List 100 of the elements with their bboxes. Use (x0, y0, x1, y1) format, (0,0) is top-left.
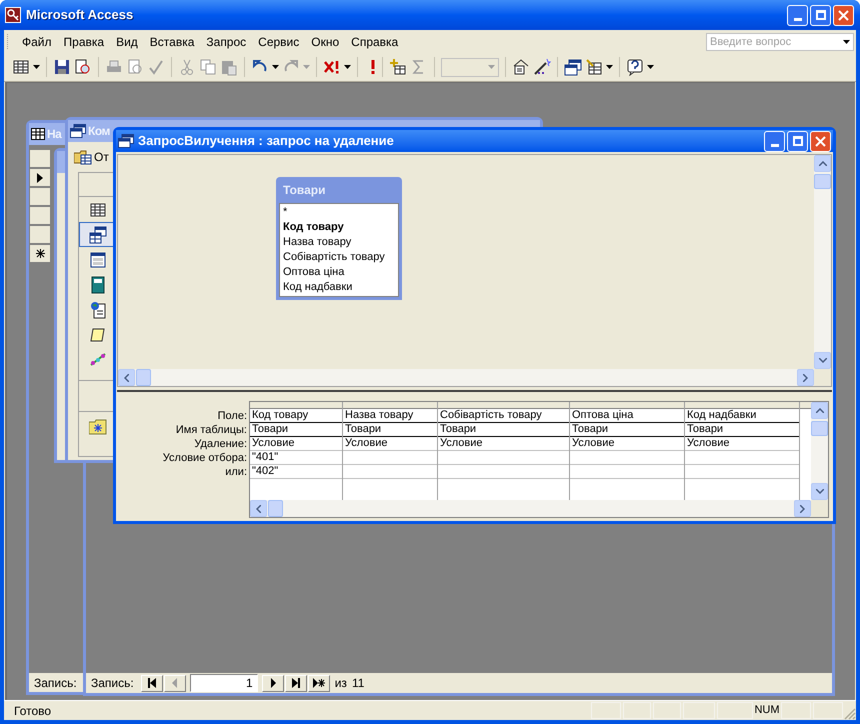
menu-item[interactable]: Окно (305, 32, 346, 50)
resize-grip-icon[interactable] (844, 708, 856, 720)
vertical-scrollbar[interactable] (811, 402, 828, 500)
maximize-button[interactable] (787, 130, 808, 152)
grid-cell[interactable]: Код надбавки (685, 409, 799, 423)
scroll-down-button[interactable] (811, 483, 828, 500)
horizontal-scrollbar[interactable] (118, 369, 814, 386)
group-folder-icon[interactable] (89, 419, 107, 435)
record-number-field[interactable]: 1 (190, 674, 258, 692)
page-icon[interactable] (89, 300, 107, 318)
column-selector[interactable] (343, 402, 437, 409)
grid-cell[interactable]: Условие (343, 437, 437, 451)
report-icon[interactable] (89, 276, 107, 294)
paste-icon[interactable] (220, 58, 238, 76)
copy-icon[interactable] (199, 58, 217, 76)
grid-cell[interactable]: "401" (250, 451, 342, 465)
dropdown-caret-icon[interactable] (606, 65, 613, 69)
close-button[interactable] (833, 4, 854, 26)
grid-cell[interactable]: Условие (685, 437, 799, 451)
field-name[interactable]: Код товару (283, 220, 395, 235)
maximize-button[interactable] (810, 4, 831, 26)
dropdown-caret-icon[interactable] (33, 65, 40, 69)
grid-cell[interactable]: Товари (250, 423, 342, 437)
preview-icon[interactable] (74, 58, 92, 76)
menu-item[interactable]: Файл (16, 32, 58, 50)
dropdown-caret-icon[interactable] (272, 65, 279, 69)
minimize-icon (770, 144, 778, 146)
table-icon[interactable] (89, 200, 107, 218)
first-record-icon (146, 678, 158, 688)
status-panel (683, 702, 715, 719)
grid-cell[interactable]: Оптова ціна (570, 409, 684, 423)
spelling-icon[interactable] (147, 58, 165, 76)
menu-item[interactable]: Вид (110, 32, 144, 50)
key-icon (5, 7, 21, 23)
help-icon[interactable] (626, 58, 644, 76)
grid-cell[interactable]: Собівартість товару (438, 409, 569, 423)
field-name[interactable]: Собівартість товару (283, 250, 395, 265)
grid-cell[interactable]: Товари (343, 423, 437, 437)
form-icon[interactable] (89, 250, 107, 268)
dropdown-caret-icon[interactable] (344, 65, 351, 69)
query-icon[interactable] (89, 226, 107, 244)
grid-cell[interactable]: Условие (438, 437, 569, 451)
builder-wand-icon[interactable] (533, 58, 551, 76)
first-record-button[interactable] (140, 674, 163, 692)
scroll-down-button[interactable] (814, 352, 831, 369)
database-window-icon[interactable] (564, 58, 582, 76)
field-name[interactable]: Назва товару (283, 235, 395, 250)
last-record-icon (290, 678, 302, 688)
scroll-left-button[interactable] (118, 369, 135, 386)
column-selector[interactable] (250, 402, 342, 409)
scroll-up-button[interactable] (811, 402, 828, 419)
menu-item[interactable]: Сервис (252, 32, 306, 50)
field-name[interactable]: Оптова ціна (283, 265, 395, 280)
scroll-right-button[interactable] (794, 500, 811, 517)
scroll-up-button[interactable] (814, 155, 831, 172)
datasheet-view-icon[interactable] (12, 58, 30, 76)
save-icon[interactable] (53, 58, 71, 76)
column-selector[interactable] (438, 402, 569, 409)
grid-cell[interactable]: Условие (570, 437, 684, 451)
show-table-icon[interactable] (389, 58, 407, 76)
grid-cell[interactable]: Товари (685, 423, 799, 437)
grid-cell[interactable]: Условие (250, 437, 342, 451)
grid-cell[interactable]: Товари (438, 423, 569, 437)
minimize-button[interactable] (764, 130, 785, 152)
field-list-title: Товари (283, 182, 326, 199)
window-title: На (47, 126, 62, 143)
column-selector[interactable] (685, 402, 799, 409)
close-button[interactable] (810, 130, 831, 152)
next-record-button[interactable] (262, 674, 284, 692)
record-selector[interactable] (29, 168, 51, 187)
menu-item[interactable]: Вставка (144, 32, 200, 50)
column-selector[interactable] (570, 402, 684, 409)
new-object-icon[interactable] (585, 58, 603, 76)
maximize-icon (792, 136, 802, 146)
vertical-scrollbar[interactable] (814, 155, 831, 369)
grid-cell[interactable]: Назва товару (343, 409, 437, 423)
grid-cell[interactable]: Код товару (250, 409, 342, 423)
field-name[interactable]: * (283, 205, 395, 220)
scroll-thumb[interactable] (811, 421, 828, 436)
previous-record-button[interactable] (164, 674, 186, 692)
menu-item[interactable]: Правка (58, 32, 110, 50)
scroll-thumb[interactable] (136, 369, 151, 386)
horizontal-scrollbar[interactable] (250, 500, 811, 517)
record-selector[interactable] (29, 244, 51, 263)
last-record-button[interactable] (284, 674, 307, 692)
menu-item[interactable]: Запрос (200, 32, 252, 50)
scissors-icon[interactable] (178, 58, 196, 76)
menu-item[interactable]: Справка (345, 32, 404, 50)
scroll-thumb[interactable] (268, 500, 283, 517)
record-label: Запись: (34, 674, 77, 692)
grid-cell[interactable]: "402" (250, 465, 342, 479)
open-button[interactable]: От (74, 148, 109, 166)
field-name[interactable]: Код надбавки (283, 280, 395, 295)
new-record-button[interactable] (308, 674, 330, 692)
dropdown-caret-icon[interactable] (647, 65, 654, 69)
minimize-button[interactable] (787, 4, 808, 26)
scroll-right-button[interactable] (797, 369, 814, 386)
scroll-thumb[interactable] (814, 174, 831, 189)
scroll-left-button[interactable] (250, 500, 267, 517)
grid-cell[interactable]: Товари (570, 423, 684, 437)
